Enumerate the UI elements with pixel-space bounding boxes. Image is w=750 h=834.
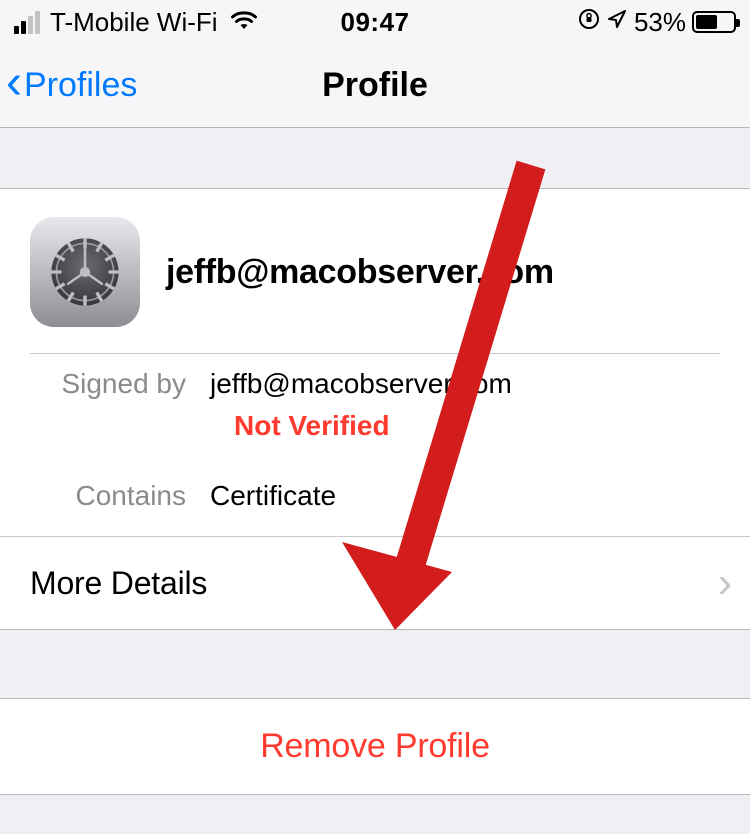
battery-icon — [692, 11, 736, 33]
status-bar: T-Mobile Wi-Fi 09:47 53% — [0, 0, 750, 44]
cellular-signal-icon — [14, 11, 40, 34]
back-label: Profiles — [24, 66, 137, 105]
signed-by-label: Signed by — [30, 368, 210, 400]
contains-label: Contains — [30, 480, 210, 512]
more-details-label: More Details — [30, 565, 207, 602]
chevron-left-icon: ‹ — [6, 59, 22, 107]
rotation-lock-icon — [578, 8, 600, 36]
profile-section: jeffb@macobserver.com Signed by jeffb@ma… — [0, 188, 750, 630]
wifi-icon — [230, 9, 258, 35]
remove-profile-button[interactable]: Remove Profile — [0, 699, 750, 794]
status-left: T-Mobile Wi-Fi — [14, 7, 341, 38]
profile-header-row: jeffb@macobserver.com — [0, 189, 750, 353]
location-icon — [606, 8, 628, 36]
contains-row: Contains Certificate — [30, 464, 720, 536]
back-button[interactable]: ‹ Profiles — [0, 65, 137, 107]
contains-value: Certificate — [210, 480, 336, 512]
profile-email: jeffb@macobserver.com — [166, 253, 554, 292]
signed-by-row: Signed by jeffb@macobserver.com — [30, 354, 720, 404]
carrier-label: T-Mobile Wi-Fi — [50, 7, 218, 38]
remove-profile-label: Remove Profile — [260, 727, 490, 765]
settings-gear-icon — [30, 217, 140, 327]
remove-section: Remove Profile — [0, 698, 750, 795]
clock: 09:47 — [341, 7, 410, 38]
battery-percent: 53% — [634, 7, 686, 38]
more-details-button[interactable]: More Details › — [0, 536, 750, 629]
nav-bar: ‹ Profiles Profile — [0, 44, 750, 128]
chevron-right-icon: › — [718, 561, 732, 605]
not-verified-label: Not Verified — [30, 404, 720, 464]
status-right: 53% — [410, 7, 737, 38]
signed-by-value: jeffb@macobserver.com — [210, 368, 512, 400]
